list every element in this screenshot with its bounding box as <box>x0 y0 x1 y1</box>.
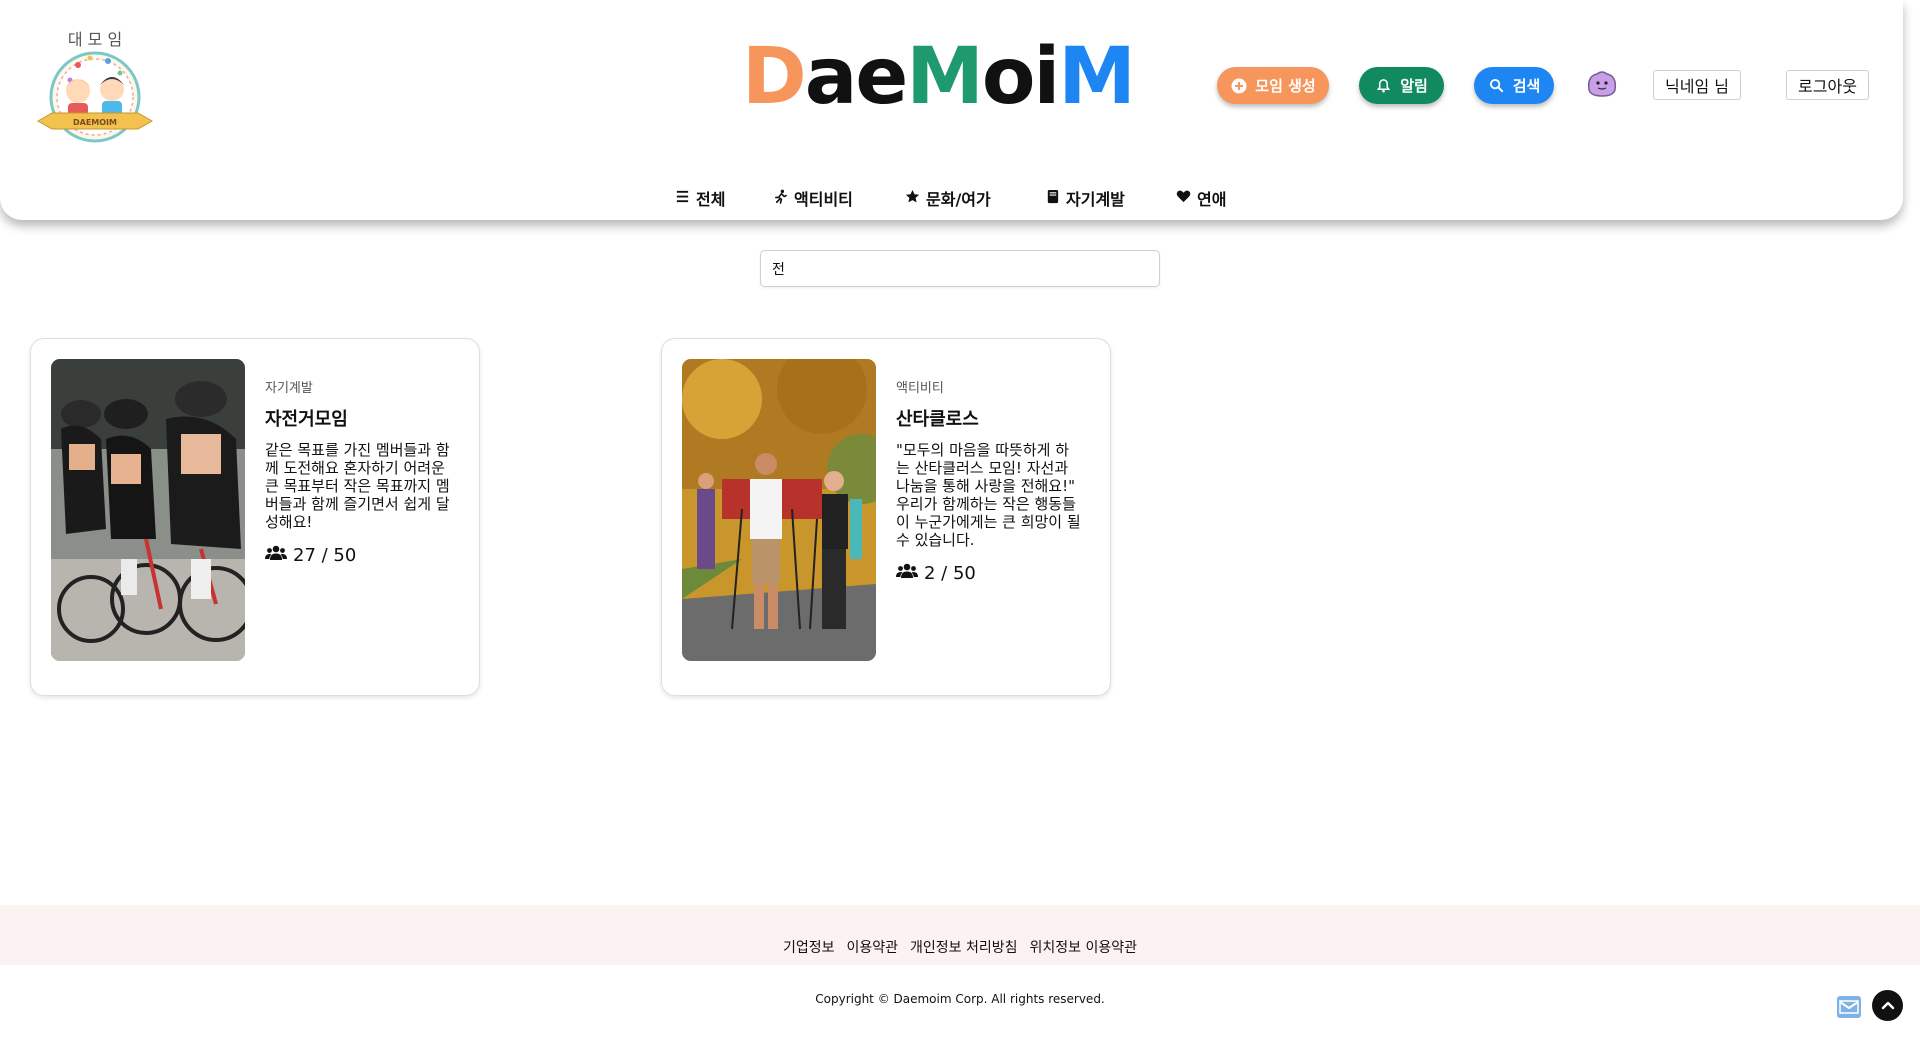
card-title[interactable]: 산타클로스 <box>896 405 1082 431</box>
member-count-value: 2 / 50 <box>924 563 976 584</box>
running-icon <box>773 189 788 208</box>
footer-link-location-terms[interactable]: 위치정보 이용약관 <box>1030 937 1138 957</box>
footer-link-privacy[interactable]: 개인정보 처리방침 <box>910 937 1018 957</box>
cyclists-photo <box>51 359 245 661</box>
nav-item-self-development[interactable]: 자기계발 <box>1045 182 1125 214</box>
plus-circle-icon <box>1230 77 1247 94</box>
emblem-text: 대 모 임 <box>68 30 122 49</box>
nav-item-culture[interactable]: 문화/여가 <box>905 182 991 214</box>
alarm-button[interactable]: 알림 <box>1359 67 1444 104</box>
hikers-photo <box>682 359 876 661</box>
nav-item-label: 연애 <box>1197 190 1227 209</box>
meeting-card[interactable]: 액티비티 산타클로스 "모두의 마음을 따뜻하게 하는 산타클러스 모임! 자선… <box>661 338 1111 696</box>
footer-links: 기업정보 이용약관 개인정보 처리방침 위치정보 이용약관 <box>0 937 1920 957</box>
category-nav: 전체 액티비티 문화/여가 자기계발 연애 <box>0 182 1903 214</box>
member-count-value: 27 / 50 <box>293 545 357 566</box>
profile-avatar-icon[interactable] <box>1585 68 1619 98</box>
logo-emblem[interactable]: 대 모 임 DAEMOIM <box>30 25 160 151</box>
member-count: 27 / 50 <box>265 545 451 566</box>
search-button[interactable]: 검색 <box>1474 67 1554 104</box>
copyright-text: Copyright © Daemoim Corp. All rights res… <box>815 992 1105 1006</box>
card-description: "모두의 마음을 따뜻하게 하는 산타클러스 모임! 자선과 나눔을 통해 사랑… <box>896 441 1081 549</box>
search-label: 검색 <box>1512 77 1541 95</box>
book-icon <box>1045 189 1060 208</box>
create-meeting-button[interactable]: 모임 생성 <box>1217 67 1329 104</box>
nav-item-label: 문화/여가 <box>926 190 991 209</box>
card-title[interactable]: 자전거모임 <box>265 405 451 431</box>
nav-item-activity[interactable]: 액티비티 <box>773 182 853 214</box>
bell-icon <box>1375 77 1392 94</box>
member-count: 2 / 50 <box>896 563 1082 584</box>
nav-item-all[interactable]: 전체 <box>675 182 725 214</box>
meeting-card[interactable]: 자기계발 자전거모임 같은 목표를 가진 멤버들과 함께 도전해요 혼자하기 어… <box>30 338 480 696</box>
card-category: 자기계발 <box>265 381 313 396</box>
footer-link-terms[interactable]: 이용약관 <box>847 937 899 957</box>
emblem-ribbon-text: DAEMOIM <box>73 118 117 127</box>
logout-button[interactable]: 로그아웃 <box>1786 70 1869 100</box>
users-icon <box>896 563 918 584</box>
wordmark-text: DaeMoiM <box>742 40 1134 120</box>
alarm-label: 알림 <box>1400 77 1428 95</box>
nav-item-romance[interactable]: 연애 <box>1176 182 1226 214</box>
footer-link-company[interactable]: 기업정보 <box>783 937 835 957</box>
card-category: 액티비티 <box>896 381 944 396</box>
card-body: 액티비티 산타클로스 "모두의 마음을 따뜻하게 하는 산타클러스 모임! 자선… <box>896 377 1082 584</box>
chevron-up-icon <box>1881 1001 1894 1009</box>
nav-item-label: 액티비티 <box>794 190 853 209</box>
search-input[interactable] <box>760 250 1160 287</box>
scroll-top-button[interactable] <box>1872 990 1903 1021</box>
search-icon <box>1488 77 1505 94</box>
create-meeting-label: 모임 생성 <box>1255 77 1316 95</box>
heart-icon <box>1176 189 1191 208</box>
card-description: 같은 목표를 가진 멤버들과 함께 도전해요 혼자하기 어려운 큰 목표부터 작… <box>265 441 450 531</box>
star-icon <box>905 189 920 208</box>
nav-item-label: 전체 <box>696 190 726 209</box>
daemoim-wordmark[interactable]: DaeMoiM <box>742 32 1162 122</box>
card-body: 자기계발 자전거모임 같은 목표를 가진 멤버들과 함께 도전해요 혼자하기 어… <box>265 377 451 566</box>
nav-item-label: 자기계발 <box>1066 190 1125 209</box>
site-header: 대 모 임 DAEMOIM DaeMoiM 모임 생성 알림 검색 닉네임 님 … <box>0 0 1903 220</box>
nickname-button[interactable]: 닉네임 님 <box>1653 70 1741 100</box>
users-icon <box>265 545 287 566</box>
list-icon <box>675 189 690 208</box>
mail-icon[interactable] <box>1837 996 1861 1018</box>
